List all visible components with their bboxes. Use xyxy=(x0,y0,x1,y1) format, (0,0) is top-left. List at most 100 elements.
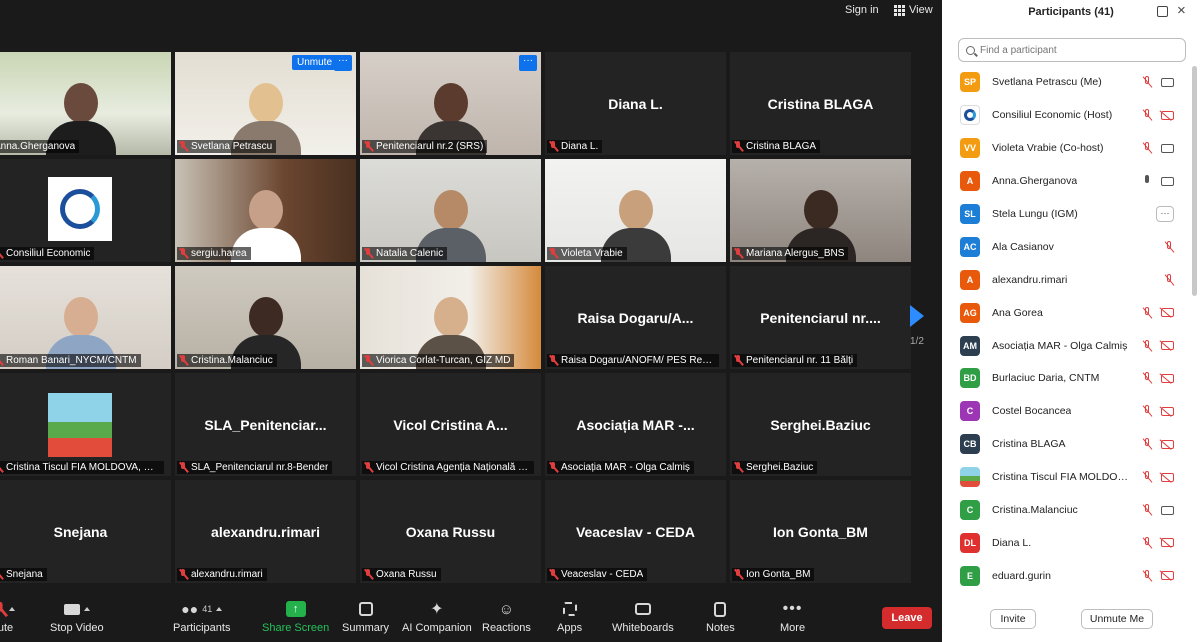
camera-off-icon[interactable] xyxy=(1161,439,1174,449)
summary-button[interactable]: Summary xyxy=(342,598,389,634)
video-tile[interactable]: Serghei.Baziuc Serghei.Baziuc xyxy=(730,373,911,476)
participant-row[interactable]: CB Cristina BLAGA xyxy=(942,428,1190,461)
camera-icon[interactable] xyxy=(1161,143,1174,153)
reactions-button[interactable]: ☺ Reactions xyxy=(482,598,531,635)
share-screen-button[interactable]: ↑ Share Screen xyxy=(262,598,329,634)
participant-row[interactable]: SL Stela Lungu (IGM) ··· xyxy=(942,198,1190,231)
video-tile[interactable]: Cristina.Malanciuc xyxy=(175,266,356,369)
participant-row[interactable]: AG Ana Gorea xyxy=(942,296,1190,329)
mute-button[interactable]: ute xyxy=(0,598,15,634)
camera-icon[interactable] xyxy=(1161,77,1174,87)
close-icon[interactable]: × xyxy=(1177,2,1186,19)
video-tile[interactable]: Violeta Vrabie xyxy=(545,159,726,262)
participant-row[interactable]: AC Ala Casianov xyxy=(942,230,1190,263)
apps-button[interactable]: Apps xyxy=(557,598,582,634)
video-tile[interactable]: Natalia Calenic xyxy=(360,159,541,262)
video-tile[interactable]: Diana L. Diana L. xyxy=(545,52,726,155)
participant-row[interactable]: SP Svetlana Petrascu (Me) xyxy=(942,66,1190,99)
more-button[interactable]: ••• More xyxy=(780,598,805,634)
video-tile[interactable]: Mariana Alergus_BNS xyxy=(730,159,911,262)
search-input[interactable] xyxy=(980,44,1170,56)
popout-icon[interactable] xyxy=(1157,6,1168,17)
sign-in-link[interactable]: Sign in xyxy=(845,3,879,17)
video-tile[interactable]: Consiliul Economic xyxy=(0,159,171,262)
camera-off-icon[interactable] xyxy=(1161,538,1174,548)
mic-off-icon[interactable] xyxy=(1164,273,1174,286)
camera-off-icon[interactable] xyxy=(1161,308,1174,318)
video-tile[interactable]: Veaceslav - CEDA Veaceslav - CEDA xyxy=(545,480,726,583)
tile-more-button[interactable]: ··· xyxy=(519,55,537,71)
participant-row[interactable]: AM Asociația MAR - Olga Calmiș xyxy=(942,329,1190,362)
mic-off-icon[interactable] xyxy=(1142,142,1152,154)
participant-row[interactable]: Eeduard.gurin xyxy=(942,559,1190,592)
video-tile[interactable]: Raisa Dogaru/A... Raisa Dogaru/ANOFM/ PES… xyxy=(545,266,726,369)
participant-row[interactable]: C Cristina.Malanciuc xyxy=(942,494,1190,527)
video-tile[interactable]: Ion Gonta_BM Ion Gonta_BM xyxy=(730,480,911,583)
invite-button[interactable]: Invite xyxy=(990,609,1036,629)
video-tile[interactable]: Cristina Tiscul FIA MOLDOVA, Chiș... xyxy=(0,373,171,476)
participant-row[interactable]: Aalexandru.rimari xyxy=(942,263,1190,296)
mic-off-icon[interactable] xyxy=(1142,306,1152,319)
camera-off-icon[interactable] xyxy=(1161,406,1174,416)
participant-more-button[interactable]: ··· xyxy=(1156,206,1174,222)
participant-search[interactable] xyxy=(958,38,1186,62)
leave-button[interactable]: Leave xyxy=(882,607,932,629)
participant-row[interactable]: DL Diana L. xyxy=(942,526,1190,559)
video-tile[interactable]: Roman Banari_NYCM/CNTM xyxy=(0,266,171,369)
video-tile[interactable]: Vicol Cristina A... Vicol Cristina Agenți… xyxy=(360,373,541,476)
mic-icon[interactable] xyxy=(1142,175,1152,187)
mic-off-icon[interactable] xyxy=(1142,438,1152,450)
ai-companion-button[interactable]: ✦ AI Companion xyxy=(402,598,472,634)
mic-off-icon[interactable] xyxy=(1142,109,1152,121)
camera-icon[interactable] xyxy=(1161,176,1174,186)
participants-button[interactable]: ●● 41 Participants xyxy=(173,598,230,634)
camera-off-icon[interactable] xyxy=(1161,341,1174,351)
mic-off-icon[interactable] xyxy=(1142,76,1152,88)
video-tile[interactable]: Penitenciarul nr.... Penitenciarul nr. 11… xyxy=(730,266,911,369)
video-tile[interactable]: SLA_Penitenciar... SLA_Penitenciarul nr.8… xyxy=(175,373,356,476)
unmute-button[interactable]: Unmute xyxy=(292,55,338,70)
participant-row[interactable]: Consiliul Economic (Host) xyxy=(942,99,1190,132)
video-tile[interactable]: Cristina BLAGA Cristina BLAGA xyxy=(730,52,911,155)
tile-more-button[interactable]: ··· xyxy=(334,55,352,71)
participant-row[interactable]: A Anna.Gherganova xyxy=(942,165,1190,198)
participant-row[interactable]: VV Violeta Vrabie (Co-host) xyxy=(942,132,1190,165)
camera-off-icon[interactable] xyxy=(1161,110,1174,120)
participant-row[interactable]: BD Burlaciuc Daria, CNTM xyxy=(942,362,1190,395)
camera-off-icon[interactable] xyxy=(1161,472,1174,482)
chevron-up-icon[interactable] xyxy=(9,607,15,611)
video-tile[interactable]: Snejana Snejana xyxy=(0,480,171,583)
participant-row[interactable]: C Costel Bocancea xyxy=(942,395,1190,428)
mic-off-icon[interactable] xyxy=(1164,240,1174,253)
view-button[interactable]: View xyxy=(894,3,933,17)
stop-video-button[interactable]: Stop Video xyxy=(50,598,104,634)
mic-off-icon[interactable] xyxy=(1142,536,1152,549)
whiteboards-button[interactable]: Whiteboards xyxy=(612,598,674,634)
video-tile[interactable]: ··· Penitenciarul nr.2 (SRS) xyxy=(360,52,541,155)
video-tile[interactable]: Unmute ··· Svetlana Petrascu xyxy=(175,52,356,155)
video-tile[interactable]: Asociația MAR -... Asociația MAR - Olga C… xyxy=(545,373,726,476)
chevron-up-icon[interactable] xyxy=(83,607,90,611)
mic-off-icon[interactable] xyxy=(1142,569,1152,582)
scrollbar[interactable] xyxy=(1192,66,1197,296)
camera-off-icon[interactable] xyxy=(1161,571,1174,581)
video-tile[interactable]: sergiu.harea xyxy=(175,159,356,262)
video-tile[interactable]: Anna.Gherganova xyxy=(0,52,171,155)
notes-button[interactable]: Notes xyxy=(706,598,735,634)
participant-row[interactable]: Cristina Tiscul FIA MOLDOVA, C... xyxy=(942,461,1190,494)
next-page-arrow-icon[interactable] xyxy=(910,305,924,327)
video-tile[interactable]: Oxana Russu Oxana Russu xyxy=(360,480,541,583)
mic-off-icon[interactable] xyxy=(1142,471,1152,483)
tile-name-label: Penitenciarul nr.2 (SRS) xyxy=(362,140,488,153)
video-tile[interactable]: Viorica Corlat-Turcan, GIZ MD xyxy=(360,266,541,369)
video-tile[interactable]: alexandru.rimari alexandru.rimari xyxy=(175,480,356,583)
unmute-me-button[interactable]: Unmute Me xyxy=(1081,609,1153,629)
camera-icon[interactable] xyxy=(1161,505,1174,515)
mic-off-icon[interactable] xyxy=(1142,405,1152,417)
mic-off-icon[interactable] xyxy=(1142,339,1152,352)
mic-off-icon[interactable] xyxy=(1142,372,1152,384)
chevron-up-icon[interactable] xyxy=(216,607,223,611)
mic-off-icon[interactable] xyxy=(1142,504,1152,516)
avatar: A xyxy=(960,171,980,192)
camera-off-icon[interactable] xyxy=(1161,373,1174,383)
